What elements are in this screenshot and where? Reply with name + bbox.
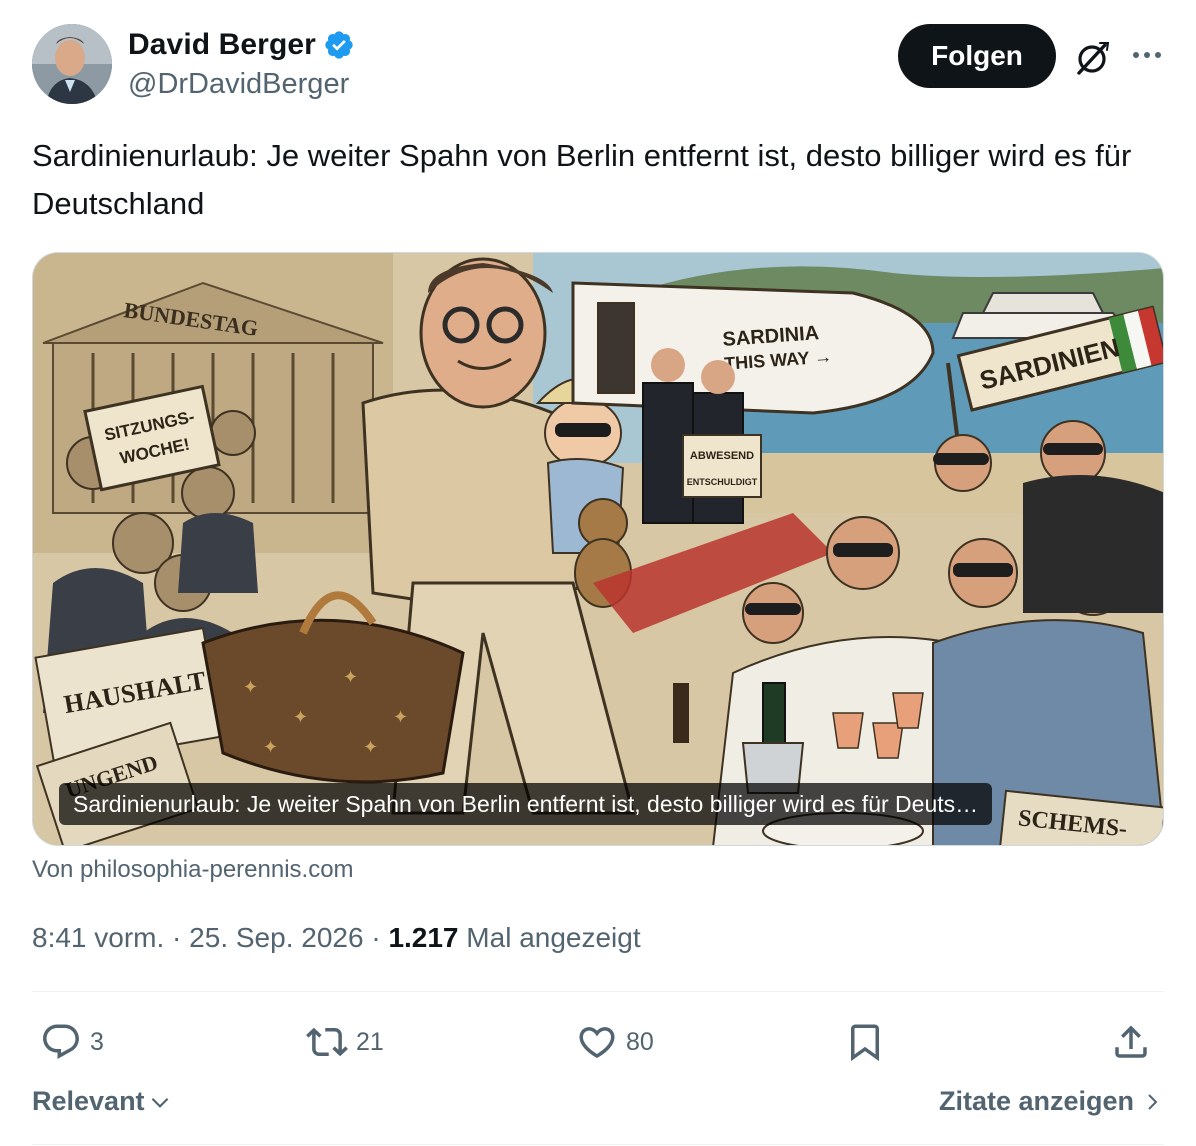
sort-dropdown[interactable]: Relevant	[32, 1086, 173, 1117]
abwesend-label: ABWESEND	[690, 450, 754, 462]
card-source-link[interactable]: Von philosophia-perennis.com	[32, 856, 354, 884]
card-caption: Sardinienurlaub: Je weiter Spahn von Ber…	[59, 783, 993, 825]
link-card[interactable]: BUNDESTAG SITZUNGS- WOCHE! HAUSHALT UNGE…	[32, 252, 1164, 846]
like-count: 80	[626, 1027, 654, 1056]
svg-text:✦: ✦	[293, 707, 308, 727]
svg-text:✦: ✦	[343, 667, 358, 687]
sort-label: Relevant	[32, 1086, 145, 1116]
tweet-time[interactable]: 8:41 vorm.	[32, 922, 164, 953]
chevron-right-icon	[1148, 1093, 1158, 1110]
bookmark-icon	[851, 1024, 879, 1062]
retweet-count: 21	[356, 1027, 384, 1056]
tweet-text: Sardinienurlaub: Je weiter Spahn von Ber…	[32, 138, 1132, 221]
author-block: David Berger @DrDavidBerger	[128, 26, 355, 101]
author-handle[interactable]: @DrDavidBerger	[128, 68, 355, 101]
svg-text:✦: ✦	[363, 737, 378, 757]
card-illustration: BUNDESTAG SITZUNGS- WOCHE! HAUSHALT UNGE…	[33, 253, 1163, 845]
tweet-date[interactable]: 25. Sep. 2026	[189, 922, 363, 953]
display-name-row: David Berger	[128, 26, 355, 64]
meta-separator: ·	[164, 922, 190, 953]
entschuldigt-label: ENTSCHULDIGT	[687, 477, 758, 487]
retweet-button[interactable]: 21	[306, 1018, 384, 1066]
verified-badge-icon[interactable]	[323, 29, 355, 61]
tweet-header: David Berger @DrDavidBerger Folgen	[32, 24, 1164, 108]
display-name[interactable]: David Berger	[128, 28, 316, 62]
retweet-icon	[306, 1027, 348, 1057]
meta-separator: ·	[363, 922, 389, 953]
share-button[interactable]	[1110, 1018, 1152, 1066]
svg-text:✦: ✦	[263, 737, 278, 757]
avatar[interactable]	[32, 24, 112, 104]
more-icon[interactable]	[1130, 38, 1164, 72]
like-button[interactable]: 80	[576, 1018, 654, 1066]
view-quotes-link[interactable]: Zitate anzeigen	[939, 1086, 1164, 1117]
grok-icon[interactable]	[1072, 38, 1112, 78]
follow-button[interactable]: Folgen	[898, 24, 1056, 88]
views-count[interactable]: 1.217	[388, 922, 458, 953]
tweet-meta: 8:41 vorm. · 25. Sep. 2026 · 1.217 Mal a…	[32, 922, 641, 954]
share-icon	[1115, 1025, 1147, 1058]
svg-text:✦: ✦	[393, 707, 408, 727]
chevron-down-icon	[151, 1097, 168, 1108]
reply-button[interactable]: 3	[40, 1018, 104, 1066]
svg-text:✦: ✦	[243, 677, 258, 697]
heart-icon	[579, 1027, 615, 1059]
reply-icon	[43, 1024, 79, 1059]
divider	[32, 1144, 1164, 1145]
reply-count: 3	[90, 1027, 104, 1056]
bookmark-button[interactable]	[844, 1018, 886, 1066]
quotes-label: Zitate anzeigen	[938, 1086, 1134, 1116]
divider	[32, 991, 1164, 992]
views-label[interactable]: Mal angezeigt	[459, 922, 640, 953]
